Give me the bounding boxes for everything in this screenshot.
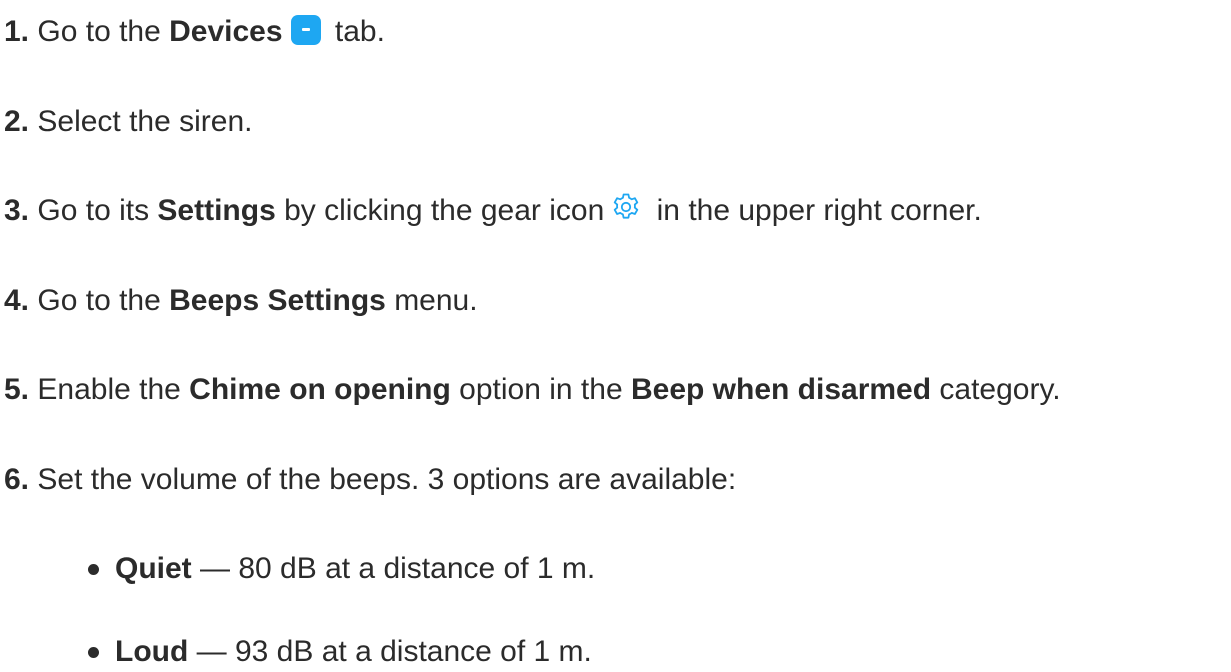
step-number: 3. — [4, 194, 30, 227]
step-3: 3. Go to its Settings by clicking the ge… — [4, 193, 982, 229]
step-2: 2. Select the siren. — [4, 104, 253, 140]
beeps-settings-label: Beeps Settings — [169, 284, 386, 317]
option-quiet: Quiet — 80 dB at a distance of 1 m. — [88, 551, 595, 587]
step-text: Go to its — [37, 194, 158, 227]
beep-when-disarmed-label: Beep when disarmed — [630, 373, 932, 406]
chime-on-opening-label: Chime on opening — [189, 373, 451, 406]
step-text: option in the — [450, 373, 631, 406]
devices-label: Devices — [169, 15, 283, 48]
step-text: Select the siren. — [37, 105, 253, 138]
bullet-icon — [88, 646, 99, 658]
step-number: 1. — [4, 15, 30, 48]
step-number: 6. — [4, 463, 30, 496]
step-number: 4. — [4, 284, 30, 317]
gear-icon — [610, 191, 642, 223]
devices-tab-icon — [290, 15, 321, 45]
step-text: tab. — [326, 15, 385, 48]
step-number: 2. — [4, 105, 30, 138]
step-number: 5. — [4, 373, 30, 406]
instructions-page: 1. Go to the Devices tab. 2. Select the … — [0, 0, 1231, 672]
option-label: Quiet — [115, 552, 192, 585]
option-label: Loud — [115, 635, 189, 668]
step-text: by clicking the gear icon — [275, 194, 605, 227]
option-loud: Loud — 93 dB at a distance of 1 m. — [88, 634, 592, 670]
step-5: 5. Enable the Chime on opening option in… — [4, 372, 1061, 408]
step-text: in the upper right corner. — [648, 194, 982, 227]
step-text: Set the volume of the beeps. 3 options a… — [37, 463, 737, 496]
step-text: Enable the — [37, 373, 190, 406]
step-4: 4. Go to the Beeps Settings menu. — [4, 283, 478, 319]
bullet-icon — [88, 563, 99, 575]
gear-icon-svg — [614, 193, 639, 219]
option-text: — 80 dB at a distance of 1 m. — [191, 552, 596, 585]
step-text: Go to the — [37, 15, 170, 48]
step-text: menu. — [385, 284, 478, 317]
option-text: — 93 dB at a distance of 1 m. — [188, 635, 592, 668]
step-1: 1. Go to the Devices tab. — [4, 14, 385, 50]
step-text: category. — [931, 373, 1061, 406]
step-6: 6. Set the volume of the beeps. 3 option… — [4, 462, 736, 498]
step-text: Go to the — [37, 284, 170, 317]
settings-label: Settings — [157, 194, 276, 227]
